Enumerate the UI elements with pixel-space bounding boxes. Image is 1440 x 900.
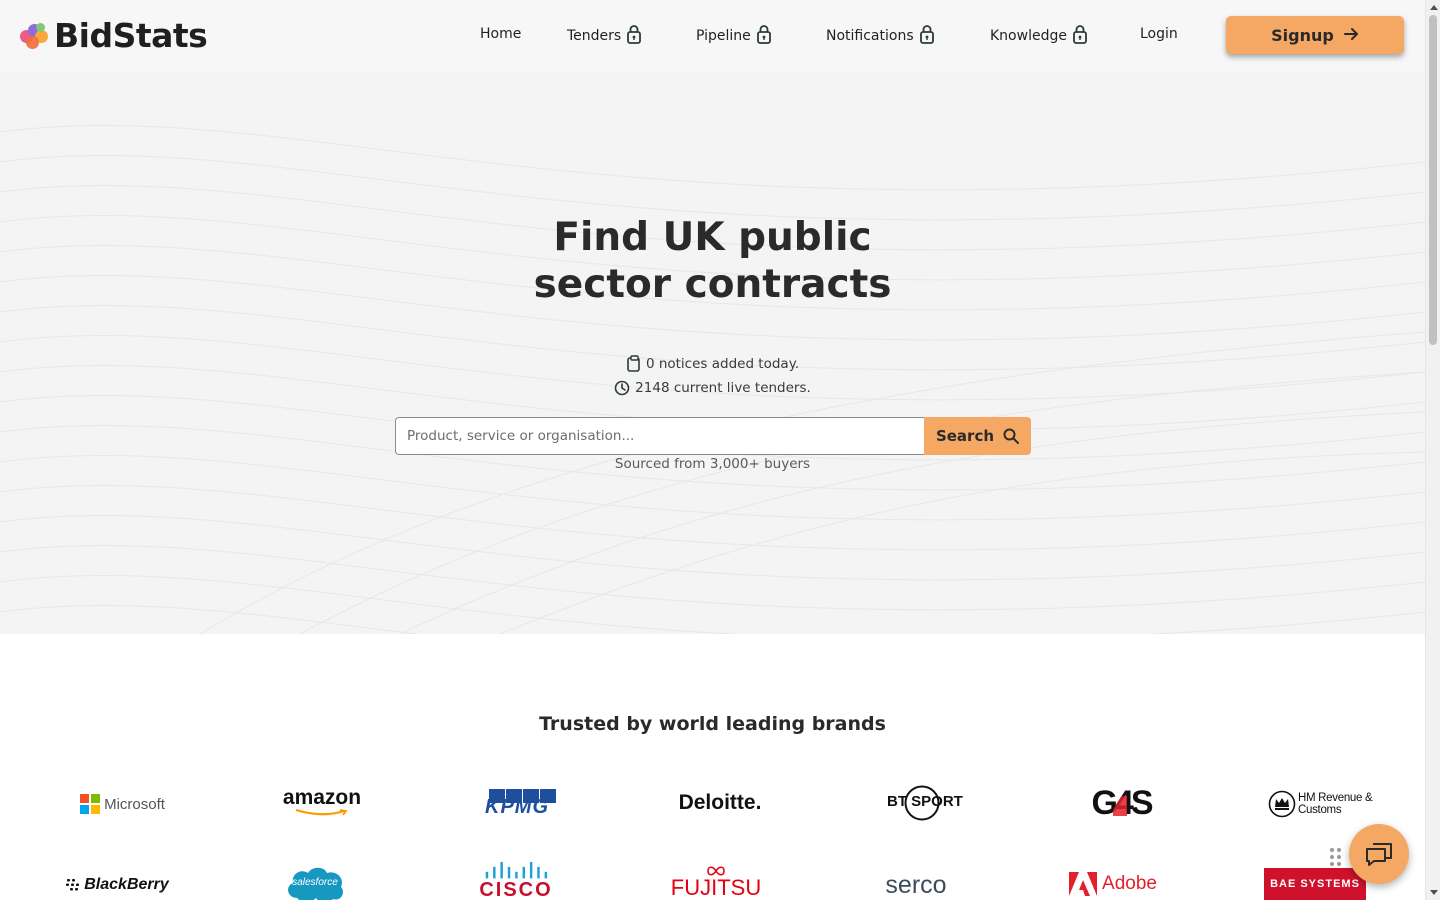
nav-pipeline-label: Pipeline [696, 28, 751, 44]
brand-logo-bt-sport: BT SPORT [878, 785, 966, 821]
brand-bt-sport-label: BT SPORT [887, 793, 963, 810]
brand-logo-fujitsu: FUJITSU [670, 864, 762, 900]
hero-title: Find UK public sector contracts [0, 214, 1425, 308]
lock-icon [627, 24, 642, 48]
sourced-text: Sourced from 3,000+ buyers [614, 456, 811, 472]
brand-logo-g4s: G4S [1088, 784, 1154, 822]
scroll-thumb[interactable] [1429, 15, 1437, 345]
brand-logo-adobe: Adobe [1066, 871, 1160, 897]
nav-notifications-label: Notifications [826, 28, 914, 44]
brand-deloitte-label: Deloitte. [678, 791, 762, 814]
brand-logo-serco: serco [876, 870, 956, 900]
clipboard-icon [627, 355, 640, 372]
scroll-down-arrow-icon[interactable] [1430, 890, 1438, 895]
brand-logo-blackberry: BlackBerry [62, 873, 172, 897]
brand-kpmg-label: KPMG [485, 796, 549, 818]
brand-salesforce-label: salesforce [292, 876, 338, 888]
logo-mark-icon [20, 21, 52, 51]
page-scrollbar[interactable] [1425, 0, 1440, 900]
hero-title-line1: Find UK public [553, 215, 872, 260]
notices-today-stat: 0 notices added today. [0, 355, 1425, 372]
nav-login-label: Login [1140, 26, 1178, 42]
cisco-bars-icon [485, 862, 548, 879]
nav-tenders[interactable]: Tenders [567, 24, 642, 48]
arrow-right-icon [1343, 26, 1359, 45]
lock-icon [1073, 24, 1087, 48]
live-tenders-stat: 2148 current live tenders. [0, 380, 1425, 396]
brand-fujitsu-label: FUJITSU [670, 875, 762, 900]
background-waves [0, 125, 1425, 634]
nav-home-label: Home [480, 26, 522, 42]
brand-logo-kpmg: KPMG [484, 788, 558, 818]
brand-logo-microsoft: Microsoft [70, 790, 175, 818]
scroll-up-arrow-icon[interactable] [1430, 5, 1438, 10]
brand-serco-label: serco [885, 870, 947, 899]
nav-home[interactable]: Home [480, 26, 521, 42]
chat-button[interactable] [1349, 824, 1409, 884]
brand-amazon-label: amazon [282, 786, 362, 809]
live-tenders-text: 2148 current live tenders. [635, 380, 811, 396]
brand-bae-label: BAE SYSTEMS [1270, 878, 1360, 890]
notices-today-text: 0 notices added today. [645, 355, 800, 372]
nav-pipeline[interactable]: Pipeline [696, 24, 771, 48]
search-input[interactable] [395, 417, 924, 455]
brands-title: Trusted by world leading brands [539, 713, 886, 735]
lock-icon [919, 24, 934, 48]
drag-handle-icon[interactable] [1330, 848, 1342, 868]
signup-label: Signup [1271, 25, 1334, 45]
brand-logo-amazon: amazon [278, 786, 366, 818]
brand-microsoft-label: Microsoft [104, 795, 165, 813]
brand-hmrc-label: HM Revenue & Customs [1298, 792, 1373, 816]
nav-login[interactable]: Login [1140, 26, 1178, 42]
search-button-label: Search [935, 427, 995, 445]
signup-button[interactable]: Signup [1226, 16, 1404, 54]
brand-cisco-label: CISCO [479, 879, 553, 900]
hero-section: Find UK public sector contracts 0 notice… [0, 72, 1425, 634]
chat-icon [1366, 843, 1392, 866]
blackberry-icon [66, 879, 80, 891]
brand-logo-bae-systems: BAE SYSTEMS [1264, 868, 1366, 900]
clock-icon [614, 380, 630, 396]
nav-notifications[interactable]: Notifications [826, 24, 934, 48]
brand-blackberry-label: BlackBerry [84, 876, 169, 893]
brand-logo-cisco: CISCO [476, 862, 556, 900]
nav-knowledge[interactable]: Knowledge [990, 24, 1087, 48]
logo-text: BidStats [54, 16, 208, 55]
brand-logo-hmrc: HM Revenue & Customs [1268, 787, 1374, 821]
search-button[interactable]: Search [924, 417, 1031, 455]
brand-adobe-label: Adobe [1102, 873, 1157, 894]
brand-logo-salesforce: salesforce [283, 864, 347, 900]
search-icon [1003, 428, 1020, 444]
logo[interactable]: BidStats [20, 16, 208, 55]
amazon-smile-icon [295, 809, 348, 816]
crown-crest-icon [1268, 790, 1296, 818]
adobe-logo-icon [1069, 872, 1098, 896]
nav-tenders-label: Tenders [567, 28, 622, 44]
microsoft-logo-icon [80, 794, 101, 814]
search-bar: Search [395, 417, 1031, 455]
hero-title-line2: sector contracts [533, 262, 892, 307]
lock-icon [756, 24, 771, 48]
brand-logo-deloitte: Deloitte. [670, 789, 770, 817]
nav-knowledge-label: Knowledge [990, 28, 1067, 44]
site-header: BidStats Home Tenders Pipeline Notificat… [0, 0, 1425, 72]
